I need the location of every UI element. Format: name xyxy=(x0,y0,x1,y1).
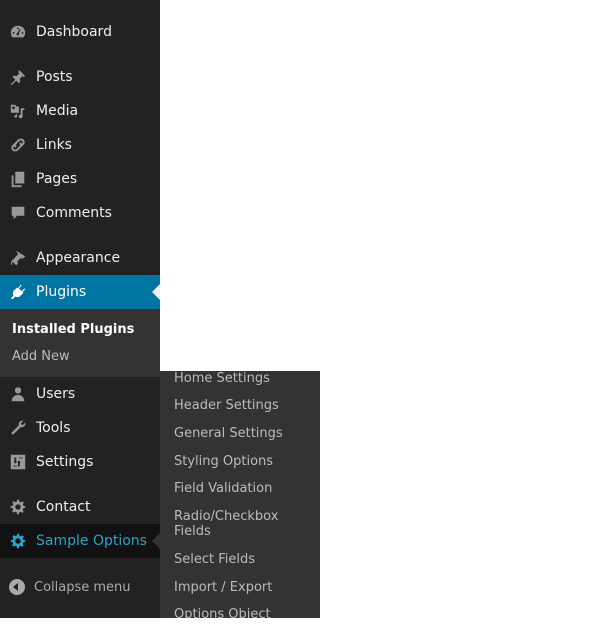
link-icon xyxy=(0,128,36,162)
menu-item-label: Sample Options xyxy=(36,533,147,549)
menu-item-users[interactable]: Users xyxy=(0,377,160,411)
flyout-item-field-validation[interactable]: Field Validation xyxy=(174,481,314,496)
user-icon xyxy=(0,377,36,411)
flyout-item-select-fields[interactable]: Select Fields xyxy=(174,552,314,567)
dashboard-icon xyxy=(0,15,36,49)
plugin-icon xyxy=(0,275,36,309)
menu-item-pages[interactable]: Pages xyxy=(0,162,160,196)
menu-item-label: Links xyxy=(36,137,72,153)
menu-item-settings[interactable]: Settings xyxy=(0,445,160,479)
menu-item-media[interactable]: Media xyxy=(0,94,160,128)
menu-item-label: Comments xyxy=(36,205,112,221)
menu-item-label: Posts xyxy=(36,69,73,85)
menu-item-label: Contact xyxy=(36,499,91,515)
menu-item-label: Media xyxy=(36,103,79,119)
flyout-item-home-settings[interactable]: Home Settings xyxy=(174,371,314,386)
collapse-menu-button[interactable]: Collapse menu xyxy=(0,570,160,604)
admin-menu: Dashboard Posts Media Links Pages Commen… xyxy=(0,0,160,618)
pin-icon xyxy=(0,60,36,94)
menu-item-label: Plugins xyxy=(36,284,87,300)
menu-item-label: Dashboard xyxy=(36,24,112,40)
menu-item-label: Pages xyxy=(36,171,78,187)
flyout-item-header-settings[interactable]: Header Settings xyxy=(174,398,314,413)
menu-item-posts[interactable]: Posts xyxy=(0,60,160,94)
menu-item-sample-options[interactable]: Sample Options xyxy=(0,524,160,558)
menu-item-comments[interactable]: Comments xyxy=(0,196,160,230)
menu-item-contact[interactable]: Contact xyxy=(0,490,160,524)
wrench-icon xyxy=(0,411,36,445)
paintbrush-icon xyxy=(0,241,36,275)
flyout-item-radio-checkbox-fields[interactable]: Radio/Checkbox Fields xyxy=(174,509,284,539)
gear-icon xyxy=(0,524,36,558)
media-icon xyxy=(0,94,36,128)
menu-item-tools[interactable]: Tools xyxy=(0,411,160,445)
menu-item-plugins[interactable]: Plugins xyxy=(0,275,160,309)
submenu-add-new[interactable]: Add New xyxy=(12,349,70,364)
gear-icon xyxy=(0,490,36,524)
menu-item-label: Users xyxy=(36,386,76,402)
menu-item-label: Appearance xyxy=(36,250,121,266)
submenu-installed-plugins[interactable]: Installed Plugins xyxy=(12,322,134,337)
menu-item-links[interactable]: Links xyxy=(0,128,160,162)
flyout-item-options-object[interactable]: Options Object xyxy=(174,607,314,618)
flyout-item-general-settings[interactable]: General Settings xyxy=(174,426,314,441)
menu-item-label: Settings xyxy=(36,454,94,470)
plugins-submenu: Installed Plugins Add New xyxy=(0,309,160,377)
menu-item-dashboard[interactable]: Dashboard xyxy=(0,15,160,49)
collapse-label: Collapse menu xyxy=(34,579,131,595)
menu-item-label: Tools xyxy=(36,420,71,436)
pages-icon xyxy=(0,162,36,196)
menu-item-appearance[interactable]: Appearance xyxy=(0,241,160,275)
comment-icon xyxy=(0,196,36,230)
flyout-item-styling-options[interactable]: Styling Options xyxy=(174,454,314,469)
flyout-item-import-export[interactable]: Import / Export xyxy=(174,580,314,595)
collapse-icon xyxy=(0,579,34,595)
sample-options-flyout: Home Settings Header Settings General Se… xyxy=(160,371,320,618)
settings-icon xyxy=(0,445,36,479)
